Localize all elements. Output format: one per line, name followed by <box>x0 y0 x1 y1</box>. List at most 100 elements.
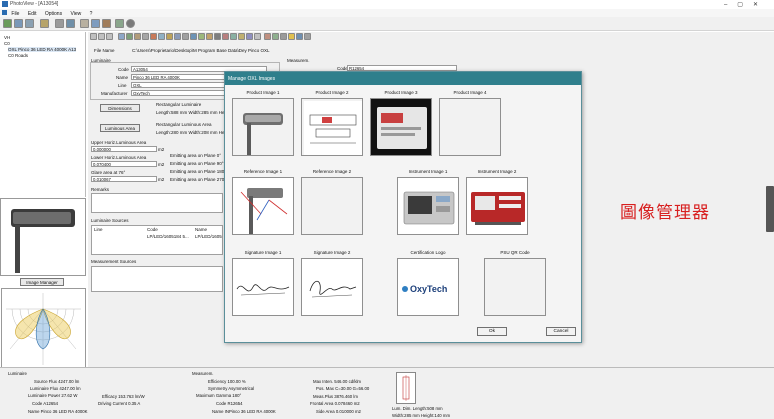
rect-luminaire-dims: Length:588 mm Width:285 mm Hei <box>156 110 226 115</box>
product-image-2[interactable] <box>301 98 363 156</box>
remarks-label: Remarks <box>91 187 110 192</box>
view-icon[interactable] <box>166 33 173 40</box>
new-icon[interactable] <box>25 19 34 28</box>
source-flux: Source Flux 4247.00 lm <box>34 379 80 384</box>
view-icon[interactable] <box>264 33 271 40</box>
view-icon[interactable] <box>230 33 237 40</box>
view-icon[interactable] <box>254 33 261 40</box>
grid-icon[interactable] <box>91 19 100 28</box>
menu-app-icon <box>2 10 7 15</box>
efficacy: Efficacy 153.763 lm/W <box>102 394 145 399</box>
psu-qr-code[interactable] <box>484 258 546 316</box>
view-icon[interactable] <box>288 33 295 40</box>
tool-icon[interactable] <box>80 19 89 28</box>
chart-icon[interactable] <box>102 19 111 28</box>
tree-item-selected[interactable]: OXL Pinco 36 LED RA 4000K A13 <box>8 47 77 52</box>
view-icon[interactable] <box>246 33 253 40</box>
view-icon[interactable] <box>304 33 311 40</box>
folder-icon[interactable] <box>40 19 49 28</box>
unit-m2: m2 <box>158 147 165 152</box>
measurement-sources-table <box>91 266 223 292</box>
view-icon[interactable] <box>190 33 197 40</box>
image-manager-caption: 圖像管理器 <box>620 203 710 223</box>
window-controls[interactable]: –▢✕ <box>724 1 768 8</box>
view-icon[interactable] <box>214 33 221 40</box>
manage-images-dialog: Manage OXL Images Product Image 1 Produc… <box>224 71 582 343</box>
code-label: Code <box>118 67 129 72</box>
view-icon[interactable] <box>118 33 125 40</box>
efficiency: Efficiency 100.00 % <box>208 379 246 384</box>
upper-horiz-field[interactable]: 0.000000 <box>91 146 157 152</box>
bottom-luminaire-header: Luminaire <box>8 371 27 376</box>
view-icon[interactable] <box>222 33 229 40</box>
print-icon[interactable] <box>55 19 64 28</box>
secondary-toolbar <box>88 32 774 42</box>
view-icon[interactable] <box>126 33 133 40</box>
instrument-image-2[interactable] <box>466 177 528 235</box>
max-gamma: Maximum Gamma 180° <box>196 393 242 398</box>
luminaire-flux: Luminaire Flux 4247.00 lm <box>30 386 81 391</box>
ok-button[interactable]: Ok <box>477 327 507 336</box>
signature-image-2[interactable] <box>301 258 363 316</box>
upper-horiz-label: Upper Horiz.Luminous Area <box>91 140 147 145</box>
remarks-field[interactable] <box>91 193 223 213</box>
nav-icon[interactable] <box>98 33 105 40</box>
slot-label: Product Image 4 <box>453 90 487 95</box>
tree-item[interactable]: C0 <box>4 41 10 46</box>
product-image-4[interactable] <box>439 98 501 156</box>
bottom-name: Name Pinco 36 LED RA 4000K <box>28 409 88 414</box>
window-title: PhotoView - [A13054] <box>10 1 59 7</box>
dimensions-button[interactable]: Dimensions <box>100 104 140 112</box>
reference-image-1[interactable] <box>232 177 294 235</box>
view-icon[interactable] <box>296 33 303 40</box>
frontal-area: Frontal Area 0.078460 m2 <box>310 401 360 406</box>
sphere-icon[interactable] <box>126 19 135 28</box>
scrollbar-thumb[interactable] <box>766 186 774 232</box>
measurements-header: Measurem. <box>287 58 310 63</box>
row-code[interactable]: LP/LED/1605184 5... <box>147 234 189 239</box>
tree-item[interactable]: VH <box>4 35 10 40</box>
view-icon[interactable] <box>174 33 181 40</box>
glare-field[interactable]: 0.010067 <box>91 176 157 182</box>
tree-item[interactable]: C0 Roads <box>8 53 28 58</box>
file-name-value: C:\Users\Proprietario\Desktop\M Program … <box>132 48 270 53</box>
symmetry: Symmetry Asymmetrical <box>208 386 255 391</box>
name-label: Name <box>116 75 129 80</box>
view-icon[interactable] <box>182 33 189 40</box>
product-image-1[interactable] <box>232 98 294 156</box>
lower-horiz-label: Lower Horiz.Luminous Area <box>91 155 147 160</box>
row-name[interactable]: LP/LED/1605 <box>195 234 222 239</box>
view-icon[interactable] <box>134 33 141 40</box>
nav-icon[interactable] <box>106 33 113 40</box>
bottom-code: Code A12654 <box>32 401 59 406</box>
product-image-3[interactable] <box>370 98 432 156</box>
signature-image-1[interactable] <box>232 258 294 316</box>
luminous-area-button[interactable]: Luminous Area <box>100 124 140 132</box>
view-icon[interactable] <box>206 33 213 40</box>
open-icon[interactable] <box>3 19 12 28</box>
pos-max: Pos. Max C=30.00 G=56.00 <box>316 386 370 391</box>
nav-icon[interactable] <box>90 33 97 40</box>
view-icon[interactable] <box>150 33 157 40</box>
view-icon[interactable] <box>158 33 165 40</box>
image-manager-button[interactable]: Image Manager <box>20 278 64 286</box>
dialog-title: Manage OXL Images <box>225 72 581 85</box>
view-icon[interactable] <box>280 33 287 40</box>
instrument-image-1[interactable] <box>397 177 459 235</box>
slot-label: PSU QR Code <box>500 250 530 255</box>
export-icon[interactable] <box>66 19 75 28</box>
slot-label: Signature Image 2 <box>313 250 351 255</box>
certification-logo[interactable]: OxyTech <box>397 258 459 316</box>
view-icon[interactable] <box>142 33 149 40</box>
emit-180-label: Emitting area on Plane 180° <box>170 169 227 174</box>
save-icon[interactable] <box>14 19 23 28</box>
file-name-label: File Name <box>94 48 115 53</box>
lower-horiz-field[interactable]: 0.070400 <box>91 161 157 167</box>
slot-label: Signature Image 1 <box>244 250 282 255</box>
layers-icon[interactable] <box>115 19 124 28</box>
reference-image-2[interactable] <box>301 177 363 235</box>
view-icon[interactable] <box>198 33 205 40</box>
view-icon[interactable] <box>238 33 245 40</box>
view-icon[interactable] <box>272 33 279 40</box>
cancel-button[interactable]: Cancel <box>546 327 576 336</box>
